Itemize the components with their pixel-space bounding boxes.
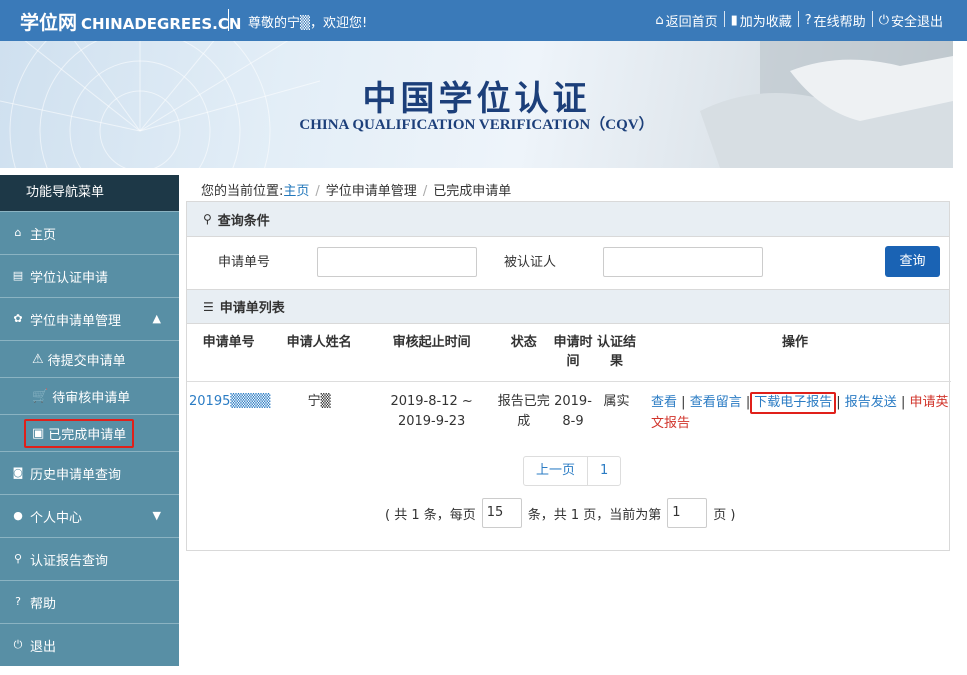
application-table: 申请单号 申请人姓名 审核起止时间 状态 申请时间 认证结果 操作 20195▒… [187, 325, 951, 437]
sidebar: 功能导航菜单 ⌂ 主页 ▤ 学位认证申请 ✿ 学位申请单管理 ▲ ⚠ 待提交申请单 🛒 待审… [0, 175, 179, 666]
header-banner: 中国学位认证 CHINA QUALIFICATION VERIFICATION（… [0, 41, 953, 168]
banner-subtitle: CHINA QUALIFICATION VERIFICATION（CQV） [299, 117, 654, 133]
column-header: 申请单号 [187, 325, 271, 382]
apply-time: 2019-8-9 [554, 393, 592, 429]
certified-person-input[interactable] [603, 247, 763, 277]
sidebar-item-history[interactable]: ◙ 历史申请单查询 [0, 451, 179, 494]
page-size-input[interactable]: 15 [481, 498, 522, 528]
column-header: 申请人姓名 [270, 325, 368, 382]
divider [871, 11, 873, 27]
home-icon: ⌂ [14, 226, 22, 239]
query-button[interactable]: 查询 [885, 246, 940, 277]
column-header: 操作 [639, 325, 951, 382]
column-header: 状态 [495, 325, 553, 382]
sidebar-item-home[interactable]: ⌂ 主页 [0, 211, 179, 254]
applicant-name: 宁▒ [307, 393, 331, 409]
list-icon: ☰ [203, 299, 214, 314]
power-icon: ⏻ [878, 13, 889, 28]
breadcrumb-level1: 学位申请单管理 [325, 184, 417, 199]
user-icon: ● [13, 509, 23, 522]
sidebar-item-manage[interactable]: ✿ 学位申请单管理 ▲ [0, 297, 179, 340]
divider [228, 9, 229, 31]
search-icon: ⚲ [203, 212, 212, 226]
current-page-input[interactable]: 1 [667, 498, 708, 528]
help-icon: ? [15, 595, 21, 608]
view-messages-link[interactable]: 查看留言 [690, 395, 742, 410]
sidebar-item-report-search[interactable]: ⚲ 认证报告查询 [0, 537, 179, 580]
cart-icon: 🛒 [32, 388, 49, 404]
file-icon: ▤ [12, 269, 24, 282]
review-period: 2019-8-12 ~ 2019-9-23 [390, 393, 473, 429]
page-number-button[interactable]: 1 [587, 457, 620, 485]
gear-icon: ✿ [13, 312, 23, 325]
briefcase-icon: ▣ [32, 425, 45, 441]
site-logo[interactable]: 学位网 CHINADEGREES.CN [20, 8, 241, 35]
top-bar: 学位网 CHINADEGREES.CN 尊敬的宁▒，欢迎您! ⌂ 返回首页 ▮ 加为收… [0, 0, 967, 41]
sidebar-item-apply[interactable]: ▤ 学位认证申请 [0, 254, 179, 297]
question-icon: ? [804, 13, 812, 28]
query-panel-header: ⚲ 查询条件 [187, 202, 949, 237]
logout-link[interactable]: ⏻ 安全退出 [873, 11, 949, 30]
search-icon: ⚲ [13, 552, 23, 565]
bookmark-link[interactable]: ▮ 加为收藏 [725, 11, 798, 30]
table-header-row: 申请单号 申请人姓名 审核起止时间 状态 申请时间 认证结果 操作 [187, 325, 951, 382]
sidebar-item-pending-submit[interactable]: ⚠ 待提交申请单 [0, 340, 179, 377]
column-header: 认证结果 [593, 325, 639, 382]
warning-icon: ⚠ [32, 351, 44, 367]
send-report-link[interactable]: 报告发送 [845, 395, 897, 410]
table-row: 20195▒▒▒▒ 宁▒ 2019-8-12 ~ 2019-9-23 报告已完成… [187, 381, 951, 437]
help-link[interactable]: ? 在线帮助 [799, 11, 872, 30]
divider [723, 11, 725, 27]
sidebar-item-completed[interactable]: ▣ 已完成申请单 [0, 414, 179, 451]
pagination: 上一页 1 [523, 456, 622, 486]
home-link[interactable]: ⌂ 返回首页 [649, 11, 723, 30]
top-links: ⌂ 返回首页 ▮ 加为收藏 ? 在线帮助 ⏻ 安全退出 [649, 11, 949, 30]
power-icon: ⏻ [13, 638, 23, 651]
actions-cell: 查看 | 查看留言 | 下载电子报告 | 报告发送 | 申请英文报告 [639, 381, 951, 437]
sidebar-item-logout[interactable]: ⏻ 退出 [0, 623, 179, 666]
application-number-input[interactable] [317, 247, 477, 277]
breadcrumb-home-link[interactable]: 主页 [283, 184, 309, 199]
application-number-label: 申请单号 [218, 255, 271, 270]
bookmark-icon: ▮ [730, 13, 738, 28]
breadcrumb: 您的当前位置:主页 / 学位申请单管理 / 已完成申请单 [201, 184, 512, 199]
pagination-info: ( 共 1 条，每页 15 条，共 1 页，当前为第 1 页 ) [385, 498, 736, 528]
main-panel: ⚲ 查询条件 申请单号 被认证人 查询 ☰ 申请单列表 申请单号 申请人姓名 审核起… [186, 201, 951, 551]
divider [797, 11, 799, 27]
welcome-text: 尊敬的宁▒，欢迎您! [248, 16, 368, 31]
application-id-link[interactable]: 20195▒▒▒▒ [189, 394, 270, 409]
camera-icon: ◙ [12, 466, 24, 479]
chevron-down-icon: ▼ [152, 509, 161, 522]
sidebar-item-pending-review[interactable]: 🛒 待审核申请单 [0, 377, 179, 414]
chevron-up-icon: ▲ [152, 312, 161, 325]
view-link[interactable]: 查看 [651, 395, 677, 410]
list-panel-header: ☰ 申请单列表 [187, 289, 949, 324]
download-report-link[interactable]: 下载电子报告 [754, 395, 832, 410]
certified-person-label: 被认证人 [504, 255, 557, 270]
column-header: 申请时间 [552, 325, 594, 382]
verification-result: 属实 [603, 393, 630, 409]
prev-page-button[interactable]: 上一页 [524, 457, 587, 485]
sidebar-item-help[interactable]: ? 帮助 [0, 580, 179, 623]
sidebar-item-profile[interactable]: ● 个人中心 ▼ [0, 494, 179, 537]
column-header: 审核起止时间 [367, 325, 496, 382]
sidebar-header: 功能导航菜单 [0, 175, 179, 211]
breadcrumb-level2: 已完成申请单 [433, 184, 512, 199]
home-icon: ⌂ [655, 13, 664, 28]
status: 报告已完成 [497, 393, 550, 429]
query-form: 申请单号 被认证人 查询 [187, 237, 949, 289]
